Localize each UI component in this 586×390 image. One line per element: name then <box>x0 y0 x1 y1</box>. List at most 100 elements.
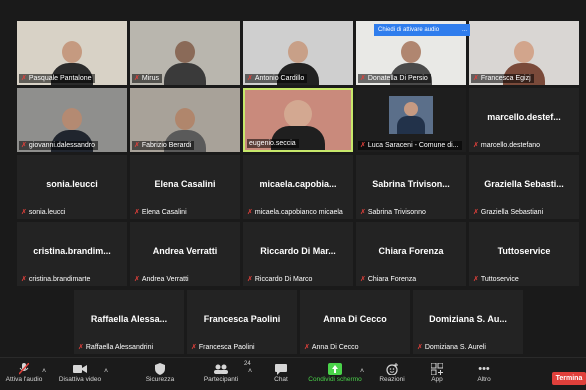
ask-unmute-tooltip[interactable]: Chiedi di attivare audio ... <box>374 24 470 36</box>
reactions-button[interactable]: Reazioni <box>376 362 408 390</box>
video-camera-icon <box>73 362 87 376</box>
participant-tile[interactable]: sonia.leucci ✗ sonia.leucci <box>17 155 127 219</box>
participant-tile[interactable]: Chiara Forenza ✗ Chiara Forenza <box>356 222 466 286</box>
share-screen-icon <box>328 362 342 376</box>
participant-label: ✗ Elena Casalini <box>134 209 187 216</box>
participant-tile[interactable]: Francesca Paolini ✗ Francesca Paolini <box>187 290 297 354</box>
participant-video <box>164 39 206 85</box>
participant-tile[interactable]: marcello.destef... ✗ marcello.destefano <box>469 88 579 152</box>
mic-muted-icon <box>19 362 29 376</box>
mic-muted-icon: ✗ <box>360 209 366 216</box>
chevron-up-icon[interactable]: ˄ <box>104 368 108 375</box>
participant-label: ✗ sonia.leucci <box>21 209 66 216</box>
participant-tile[interactable]: ✗ Fabrizio Berardi <box>130 88 240 152</box>
chevron-up-icon[interactable]: ˄ <box>42 368 46 375</box>
participant-tile[interactable]: ✗ Pasquale Pantalone <box>17 21 127 85</box>
participant-video <box>389 96 433 134</box>
more-options-icon[interactable]: ... <box>462 27 467 33</box>
participant-label: ✗ giovanni.dalessandro <box>19 141 99 150</box>
mic-muted-icon: ✗ <box>304 344 310 351</box>
mic-muted-icon: ✗ <box>21 142 27 149</box>
participant-tile[interactable]: ✗ giovanni.dalessandro <box>17 88 127 152</box>
participant-label: ✗ Francesca Paolini <box>191 344 255 351</box>
participant-count: 24 <box>244 361 251 367</box>
participant-label: eugenio.seccia <box>247 139 299 148</box>
participant-name: Andrea Verratti <box>152 246 218 256</box>
participant-label: ✗ Pasquale Pantalone <box>19 74 95 83</box>
participant-name: Anna Di Cecco <box>323 314 387 324</box>
mic-muted-icon: ✗ <box>134 75 140 82</box>
participant-tile[interactable]: ✗ Mirus <box>130 21 240 85</box>
more-dots-icon: ••• <box>478 363 490 375</box>
mic-muted-icon: ✗ <box>21 75 27 82</box>
participants-icon: 24 <box>214 361 251 376</box>
mic-muted-icon: ✗ <box>21 209 27 216</box>
meeting-toolbar: Attiva l'audio ˄ Disattiva video ˄ Sicur… <box>0 357 586 390</box>
emoji-plus-icon <box>386 362 398 376</box>
participant-name: Sabrina Trivison... <box>372 179 450 189</box>
participant-label: ✗ marcello.destefano <box>473 142 541 149</box>
apps-button[interactable]: App <box>426 362 448 390</box>
participant-tile[interactable]: ✗ Francesca Egizj <box>469 21 579 85</box>
participant-name: Riccardo Di Mar... <box>260 246 336 256</box>
participant-label: ✗ Donatella Di Persio <box>358 74 431 83</box>
participant-name: Raffaella Alessa... <box>90 314 168 324</box>
security-button[interactable]: Sicurezza <box>142 362 178 390</box>
participant-label: ✗ Raffaella Alessandrini <box>78 344 154 351</box>
mic-muted-icon: ✗ <box>360 276 366 283</box>
unmute-button[interactable]: Attiva l'audio <box>4 362 44 390</box>
participant-tile[interactable]: micaela.capobia... ✗ micaela.capobianco m… <box>243 155 353 219</box>
participant-tile[interactable]: Domiziana S. Au... ✗ Domiziana S. Aureli <box>413 290 523 354</box>
participant-tile[interactable]: Elena Casalini ✗ Elena Casalini <box>130 155 240 219</box>
participant-tile[interactable]: Riccardo Di Mar... ✗ Riccardo Di Marco <box>243 222 353 286</box>
participant-label: ✗ Francesca Egizj <box>471 74 534 83</box>
participant-name: Tuttoservice <box>497 246 551 256</box>
participants-button[interactable]: 24 Partecipanti <box>198 361 251 390</box>
participant-name: Francesca Paolini <box>203 314 281 324</box>
mic-muted-icon: ✗ <box>360 75 366 82</box>
chevron-up-icon[interactable]: ˄ <box>360 368 364 375</box>
chevron-up-icon[interactable]: ˄ <box>248 368 252 375</box>
mic-muted-icon: ✗ <box>473 209 479 216</box>
mic-muted-icon: ✗ <box>191 344 197 351</box>
participant-tile[interactable]: Anna Di Cecco ✗ Anna Di Cecco <box>300 290 410 354</box>
participant-label: ✗ Andrea Verratti <box>134 276 189 283</box>
participant-label: ✗ Mirus <box>132 74 162 83</box>
mic-muted-icon: ✗ <box>134 142 140 149</box>
video-grid: ✗ Pasquale Pantalone ✗ Mirus ✗ Antonio Card… <box>0 0 586 357</box>
mic-muted-icon: ✗ <box>473 75 479 82</box>
participant-tile[interactable]: Andrea Verratti ✗ Andrea Verratti <box>130 222 240 286</box>
participant-tile[interactable]: ✗ Antonio Cardillo <box>243 21 353 85</box>
participant-label: ✗ Tuttoservice <box>473 276 519 283</box>
mic-muted-icon: ✗ <box>78 344 84 351</box>
participant-label: ✗ Riccardo Di Marco <box>247 276 313 283</box>
chat-bubble-icon <box>275 362 287 376</box>
participant-name: Domiziana S. Au... <box>429 314 507 324</box>
participant-tile[interactable]: Sabrina Trivison... ✗ Sabrina Trivisonno <box>356 155 466 219</box>
mic-muted-icon: ✗ <box>473 276 479 283</box>
chat-button[interactable]: Chat <box>268 362 294 390</box>
mic-muted-icon: ✗ <box>21 276 27 283</box>
participant-label: ✗ Graziella Sebastiani <box>473 209 544 216</box>
participant-tile-active-speaker[interactable]: eugenio.seccia <box>243 88 353 152</box>
shield-icon <box>155 362 165 376</box>
participant-label: ✗ Domiziana S. Aureli <box>417 344 486 351</box>
apps-icon <box>431 362 443 376</box>
participant-name: micaela.capobia... <box>259 179 337 189</box>
participant-name: sonia.leucci <box>46 179 98 189</box>
stop-video-button[interactable]: Disattiva video <box>55 362 105 390</box>
more-button[interactable]: ••• Altro <box>472 362 496 390</box>
share-screen-button[interactable]: Condividi schermo <box>306 362 364 390</box>
participant-tile[interactable]: ✗ Luca Saraceni - Comune di... <box>356 88 466 152</box>
participant-tile[interactable]: Raffaella Alessa... ✗ Raffaella Alessandr… <box>74 290 184 354</box>
participant-label: ✗ cristina.brandimarte <box>21 276 91 283</box>
mic-muted-icon: ✗ <box>360 142 366 149</box>
participant-name: Graziella Sebasti... <box>484 179 564 189</box>
end-meeting-button[interactable]: Termina <box>552 372 586 385</box>
mic-muted-icon: ✗ <box>134 209 140 216</box>
participant-tile[interactable]: cristina.brandim... ✗ cristina.brandimart… <box>17 222 127 286</box>
participant-label: ✗ Antonio Cardillo <box>245 74 308 83</box>
participant-tile[interactable]: Graziella Sebasti... ✗ Graziella Sebastia… <box>469 155 579 219</box>
participant-tile[interactable]: Tuttoservice ✗ Tuttoservice <box>469 222 579 286</box>
mic-muted-icon: ✗ <box>247 276 253 283</box>
